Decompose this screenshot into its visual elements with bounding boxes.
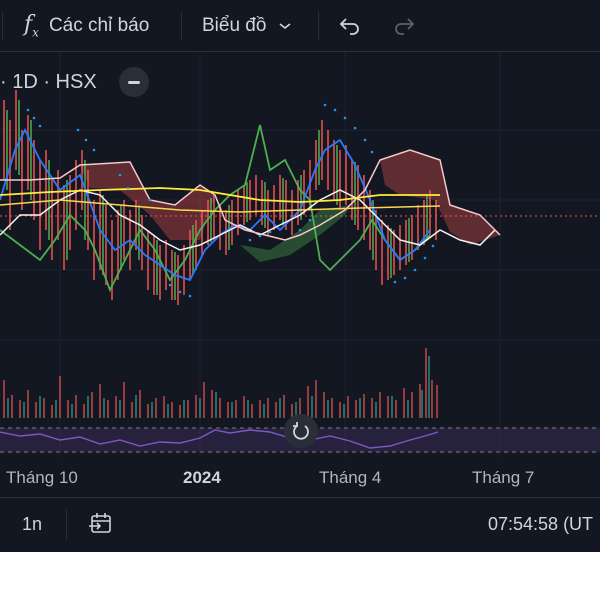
top-toolbar: fx Các chỉ báo Biểu đồ: [0, 0, 600, 52]
chart-type-label: Biểu đồ: [202, 15, 267, 36]
function-icon: fx: [24, 12, 39, 40]
undo-button[interactable]: [338, 0, 362, 52]
clock-label[interactable]: 07:54:58 (UT: [488, 514, 593, 535]
volume-bars: [3, 348, 438, 418]
bottom-separator: [66, 510, 67, 540]
time-axis[interactable]: Tháng 10 2024 Tháng 4 Tháng 7: [0, 458, 600, 496]
minus-icon: [127, 80, 140, 84]
range-button[interactable]: 1n: [22, 514, 42, 535]
toolbar-separator: [318, 12, 319, 40]
candles: [3, 90, 437, 305]
collapse-legend-button[interactable]: [118, 67, 149, 97]
redo-icon: [395, 18, 415, 35]
time-label-year: 2024: [183, 468, 221, 487]
reset-chart-button[interactable]: [284, 414, 318, 448]
symbol-interval-label: · 1D · HSX: [0, 70, 97, 93]
time-label: Tháng 7: [472, 468, 535, 487]
chevron-down-icon: [279, 23, 291, 30]
calendar-arrow-icon: [89, 513, 111, 533]
toolbar-separator: [2, 12, 3, 40]
goto-date-button[interactable]: [88, 512, 114, 541]
indicators-button[interactable]: fx Các chỉ báo: [24, 0, 149, 52]
chart-grid: [0, 52, 600, 458]
undo-icon: [339, 18, 359, 35]
time-label: Tháng 10: [6, 468, 78, 487]
chart-type-button[interactable]: Biểu đồ: [202, 0, 292, 52]
bottom-bar: 1n 07:54:58 (UT: [0, 497, 600, 552]
toolbar-separator: [181, 12, 182, 40]
chart-app: fx Các chỉ báo Biểu đồ · 1D · HSX Tháng …: [0, 0, 600, 552]
indicators-label: Các chỉ báo: [48, 15, 150, 36]
redo-button[interactable]: [392, 0, 416, 52]
time-label: Tháng 4: [319, 468, 382, 487]
symbol-legend: · 1D · HSX: [0, 62, 149, 102]
reset-icon: [293, 422, 309, 440]
